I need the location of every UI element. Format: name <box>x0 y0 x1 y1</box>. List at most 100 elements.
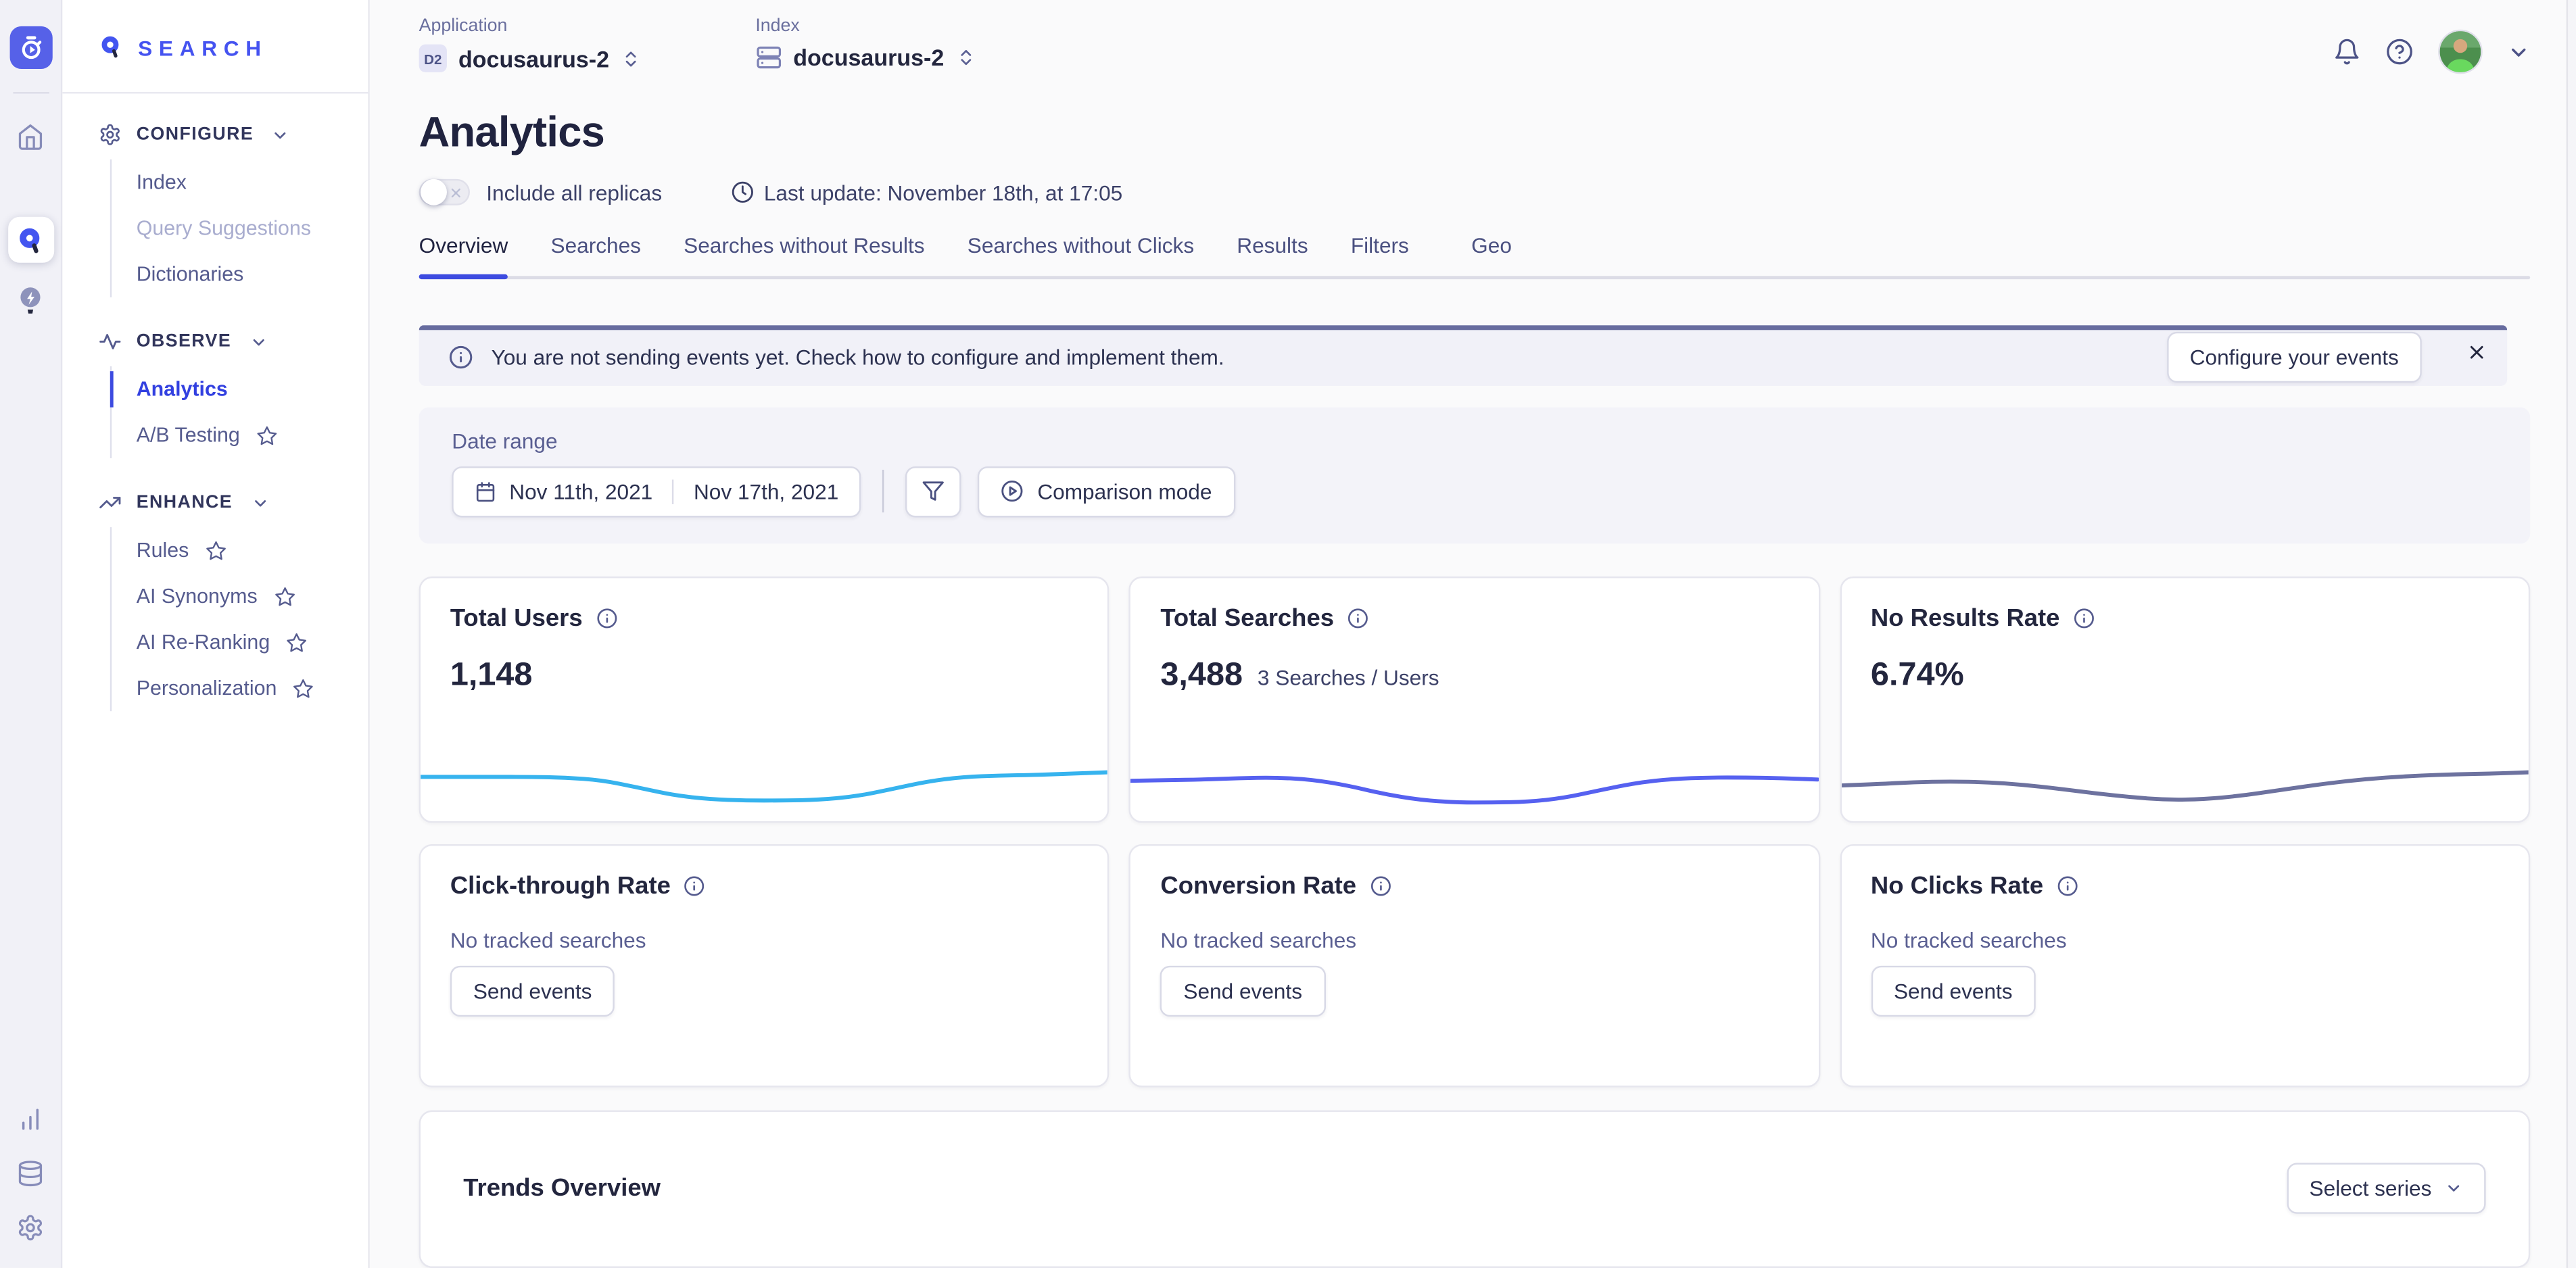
rail-bottom-icons <box>16 1105 44 1268</box>
card-title: No Clicks Rate <box>1871 872 2043 900</box>
card-title: Total Searches <box>1160 604 1334 632</box>
index-stack-icon <box>755 45 782 71</box>
info-icon[interactable] <box>684 875 705 897</box>
date-range-panel: Date range Nov 11th, 2021 Nov 17th, 2021 <box>419 407 2531 543</box>
click-through-rate-card: Click-through Rate No tracked searches S… <box>419 844 1110 1087</box>
filter-button[interactable] <box>906 466 962 516</box>
tab-searches[interactable]: Searches <box>551 233 641 258</box>
database-icon[interactable] <box>16 1160 44 1188</box>
info-icon <box>448 345 473 370</box>
lightbulb-icon[interactable] <box>16 286 44 317</box>
gear-icon[interactable] <box>16 1214 44 1242</box>
sidebar: SEARCH CONFIGURE Index Query Suggestions <box>62 0 369 1268</box>
send-events-button[interactable]: Send events <box>1871 965 2036 1016</box>
comparison-mode-button[interactable]: Comparison mode <box>978 466 1235 516</box>
sidebar-item-ai-re-ranking[interactable]: AI Re-Ranking <box>112 619 348 665</box>
sidebar-item-label: AI Synonyms <box>137 585 258 608</box>
metric-subtitle: 3 Searches / Users <box>1258 664 1439 689</box>
tab-searches-without-results[interactable]: Searches without Results <box>684 233 924 258</box>
end-date: Nov 17th, 2021 <box>694 479 838 504</box>
last-update: Last update: November 18th, at 17:05 <box>731 180 1122 204</box>
home-icon[interactable] <box>16 123 44 151</box>
metric-value: 6.74% <box>1871 656 1964 694</box>
close-icon[interactable] <box>2466 341 2487 363</box>
search-icon[interactable] <box>7 217 53 263</box>
total-searches-sparkline <box>1131 750 1819 816</box>
bell-icon[interactable] <box>2333 38 2361 66</box>
help-icon[interactable] <box>2385 38 2413 66</box>
date-divider <box>672 479 673 504</box>
section-enhance-header[interactable]: ENHANCE <box>99 491 348 514</box>
toggle-knob <box>421 179 447 205</box>
application-selector[interactable]: D2 docusaurus-2 <box>419 45 641 72</box>
star-icon[interactable] <box>287 631 308 653</box>
tab-filters[interactable]: Filters <box>1351 233 1409 258</box>
main-content: Application D2 docusaurus-2 Index docusa… <box>370 0 2576 1268</box>
application-label: Application <box>419 16 641 36</box>
send-events-button[interactable]: Send events <box>450 965 615 1016</box>
section-configure: CONFIGURE Index Query Suggestions Dictio… <box>99 123 348 297</box>
application-value: docusaurus-2 <box>458 45 609 72</box>
chevron-down-icon <box>249 333 268 351</box>
section-configure-header[interactable]: CONFIGURE <box>99 123 348 146</box>
product-logo[interactable]: SEARCH <box>62 0 368 62</box>
timer-app-icon[interactable] <box>9 26 51 69</box>
sidebar-item-rules[interactable]: Rules <box>112 527 348 573</box>
play-circle-icon <box>1001 480 1024 503</box>
include-replicas-toggle[interactable] <box>419 179 470 205</box>
info-icon[interactable] <box>1369 875 1391 897</box>
logo-text: SEARCH <box>138 35 268 59</box>
tab-overview[interactable]: Overview <box>419 233 508 258</box>
gear-icon <box>99 123 122 146</box>
index-selector[interactable]: docusaurus-2 <box>755 45 975 71</box>
info-icon[interactable] <box>2073 607 2095 629</box>
chevron-down-icon <box>2445 1180 2463 1198</box>
sidebar-item-label: Dictionaries <box>137 263 244 286</box>
total-users-sparkline <box>421 750 1108 816</box>
sidebar-item-personalization[interactable]: Personalization <box>112 665 348 711</box>
sidebar-item-query-suggestions[interactable]: Query Suggestions <box>112 205 348 251</box>
avatar[interactable] <box>2438 30 2483 74</box>
index-label: Index <box>755 16 975 36</box>
tab-geo[interactable]: Geo <box>1471 233 1512 258</box>
chevron-down-icon[interactable] <box>2507 41 2530 64</box>
scrollbar[interactable] <box>2567 0 2576 1268</box>
calendar-icon <box>475 481 496 502</box>
info-icon[interactable] <box>596 607 617 629</box>
start-date: Nov 11th, 2021 <box>509 479 652 504</box>
top-actions <box>2333 30 2531 74</box>
top-bar: Application D2 docusaurus-2 Index docusa… <box>419 0 2531 74</box>
tab-searches-without-clicks[interactable]: Searches without Clicks <box>968 233 1194 258</box>
star-icon[interactable] <box>206 539 227 561</box>
date-range-picker[interactable]: Nov 11th, 2021 Nov 17th, 2021 <box>452 466 861 516</box>
section-observe-header[interactable]: OBSERVE <box>99 330 348 353</box>
star-icon[interactable] <box>256 424 278 446</box>
app-rail <box>0 0 62 1268</box>
activity-icon <box>99 330 122 353</box>
select-series-button[interactable]: Select series <box>2287 1163 2486 1214</box>
metric-value: 3,488 <box>1160 656 1243 694</box>
trending-up-icon <box>99 491 122 514</box>
bar-chart-icon[interactable] <box>16 1105 44 1133</box>
card-title: Total Users <box>450 604 583 632</box>
star-icon[interactable] <box>274 585 295 607</box>
sidebar-item-dictionaries[interactable]: Dictionaries <box>112 251 348 297</box>
date-range-label: Date range <box>452 429 2497 453</box>
info-icon[interactable] <box>2057 875 2078 897</box>
page-title: Analytics <box>419 107 2531 157</box>
send-events-button[interactable]: Send events <box>1160 965 1325 1016</box>
include-replicas-label: Include all replicas <box>486 180 662 204</box>
tab-results[interactable]: Results <box>1237 233 1308 258</box>
section-observe: OBSERVE Analytics A/B Testing <box>99 330 348 458</box>
total-users-card: Total Users 1,148 <box>419 576 1110 823</box>
clock-icon <box>731 180 754 203</box>
sidebar-item-index[interactable]: Index <box>112 160 348 205</box>
star-icon[interactable] <box>293 677 315 699</box>
controls-divider <box>883 470 884 513</box>
sidebar-item-ab-testing[interactable]: A/B Testing <box>112 412 348 458</box>
sidebar-item-analytics[interactable]: Analytics <box>112 366 348 412</box>
section-enhance: ENHANCE Rules AI Synonyms AI Re-Ranking … <box>99 491 348 712</box>
sidebar-item-ai-synonyms[interactable]: AI Synonyms <box>112 573 348 619</box>
configure-events-button[interactable]: Configure your events <box>2167 333 2422 383</box>
info-icon[interactable] <box>1347 607 1368 629</box>
